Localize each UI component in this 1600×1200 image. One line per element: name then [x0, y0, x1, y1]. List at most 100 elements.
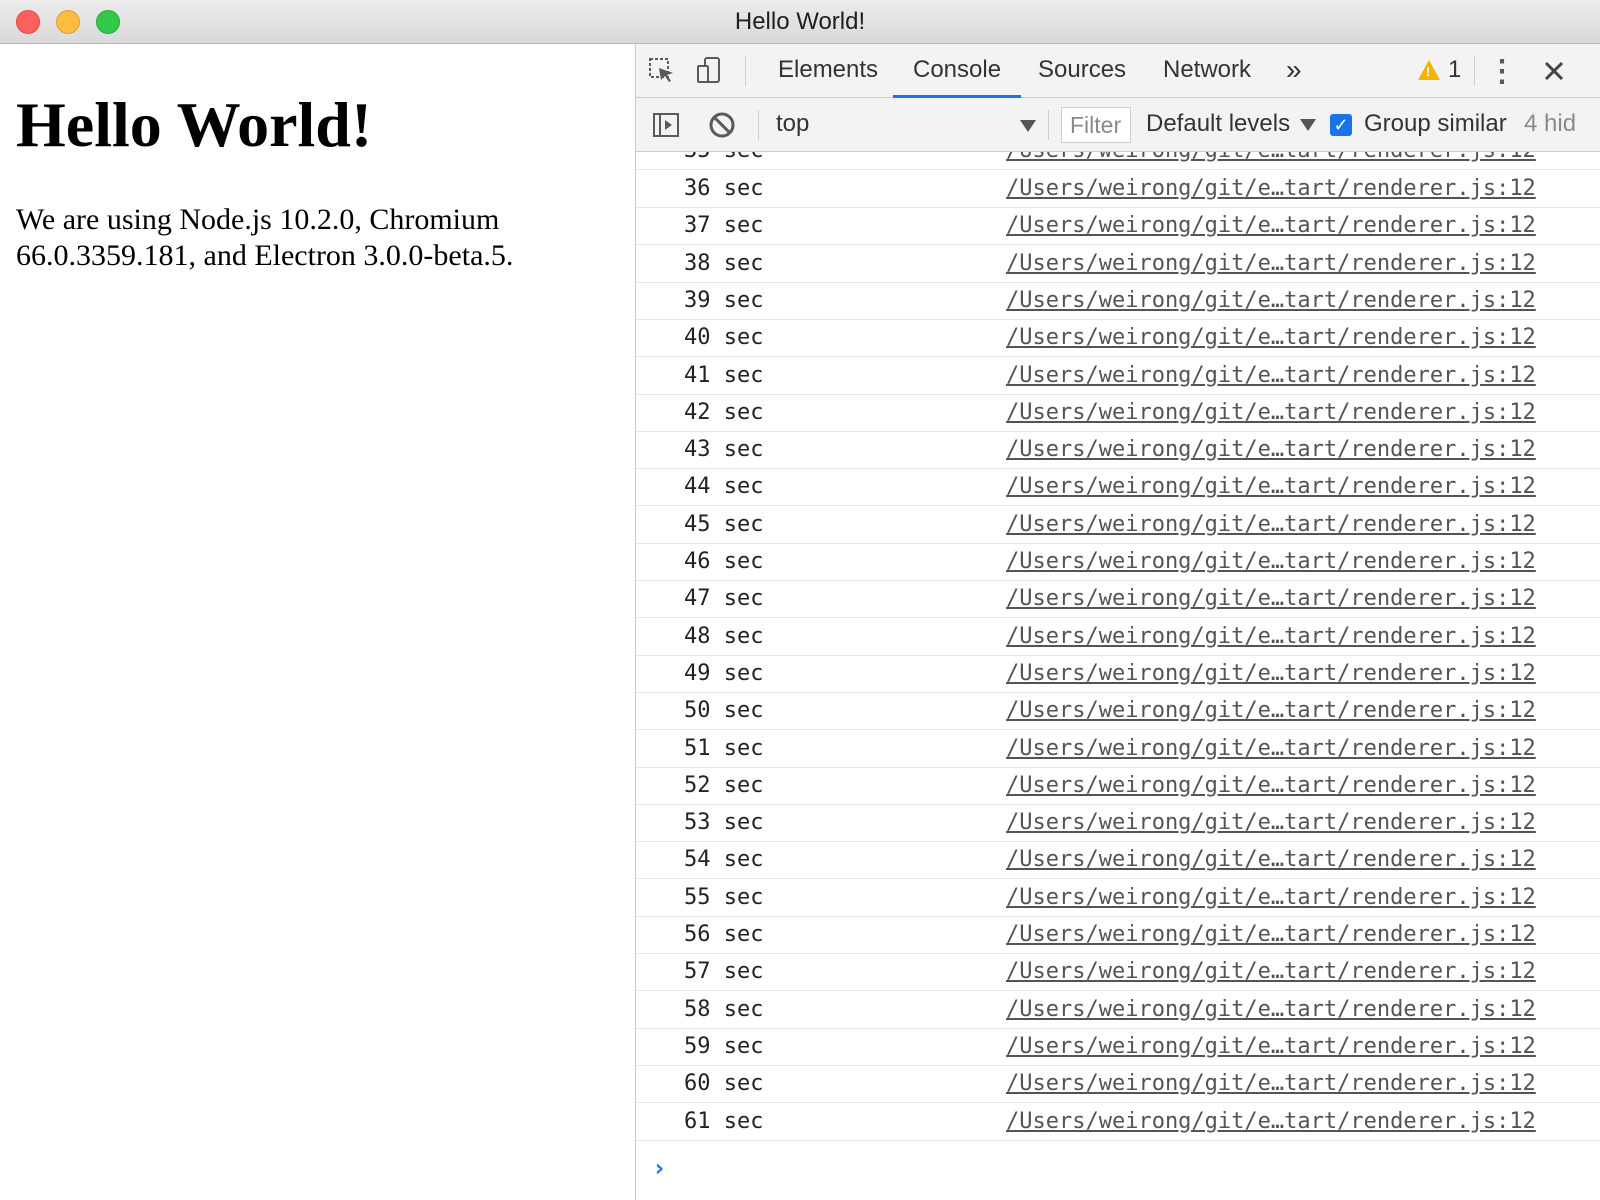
console-row: 49 sec/Users/weirong/git/e…tart/renderer…: [636, 655, 1600, 693]
filter-input[interactable]: Filter: [1061, 107, 1131, 143]
console-row: 56 sec/Users/weirong/git/e…tart/renderer…: [636, 916, 1600, 954]
group-similar-checkbox[interactable]: ✓: [1330, 114, 1352, 136]
console-message: 42 sec: [684, 399, 764, 425]
warning-icon: !: [1418, 60, 1440, 80]
console-source-link[interactable]: /Users/weirong/git/e…tart/renderer.js:12: [1006, 586, 1536, 611]
console-row: 47 sec/Users/weirong/git/e…tart/renderer…: [636, 580, 1600, 619]
console-source-link[interactable]: /Users/weirong/git/e…tart/renderer.js:12: [1006, 885, 1536, 910]
warning-count: 1: [1448, 56, 1462, 83]
console-source-link[interactable]: /Users/weirong/git/e…tart/renderer.js:12: [1006, 624, 1536, 649]
chevron-down-icon[interactable]: [1300, 119, 1316, 131]
console-message: 61 sec: [684, 1108, 764, 1134]
console-source-link[interactable]: /Users/weirong/git/e…tart/renderer.js:12: [1006, 959, 1536, 984]
console-message: 53 sec: [684, 810, 764, 836]
clear-console-icon[interactable]: [704, 108, 740, 142]
page-heading: Hello World!: [16, 89, 373, 160]
console-source-link[interactable]: /Users/weirong/git/e…tart/renderer.js:12: [1006, 661, 1536, 686]
console-row: 46 sec/Users/weirong/git/e…tart/renderer…: [636, 543, 1600, 581]
console-source-link[interactable]: /Users/weirong/git/e…tart/renderer.js:12: [1006, 325, 1536, 350]
console-message: 55 sec: [684, 884, 764, 910]
console-row: 42 sec/Users/weirong/git/e…tart/renderer…: [636, 394, 1600, 432]
inspect-element-icon[interactable]: [644, 54, 680, 88]
console-row: 39 sec/Users/weirong/git/e…tart/renderer…: [636, 282, 1600, 320]
log-levels-dropdown[interactable]: Default levels: [1146, 110, 1290, 138]
window-title: Hello World!: [734, 8, 866, 35]
console-source-link[interactable]: /Users/weirong/git/e…tart/renderer.js:12: [1006, 1109, 1536, 1134]
console-message: 57 sec: [684, 959, 764, 985]
console-prompt[interactable]: ›: [652, 1154, 666, 1182]
chevron-down-icon[interactable]: [1020, 120, 1036, 132]
console-message: 48 sec: [684, 623, 764, 649]
console-message: 59 sec: [684, 1033, 764, 1059]
console-message: 38 sec: [684, 250, 764, 276]
console-row: 54 sec/Users/weirong/git/e…tart/renderer…: [636, 841, 1600, 880]
more-options-icon[interactable]: ⋮: [1484, 54, 1520, 88]
console-row: 36 sec/Users/weirong/git/e…tart/renderer…: [636, 170, 1600, 208]
console-source-link[interactable]: /Users/weirong/git/e…tart/renderer.js:12: [1006, 363, 1536, 388]
console-row: 41 sec/Users/weirong/git/e…tart/renderer…: [636, 357, 1600, 395]
console-row: 51 sec/Users/weirong/git/e…tart/renderer…: [636, 730, 1600, 768]
tab-elements[interactable]: Elements: [758, 44, 898, 98]
console-message: 52 sec: [684, 772, 764, 798]
console-row: 57 sec/Users/weirong/git/e…tart/renderer…: [636, 953, 1600, 992]
console-message: 46 sec: [684, 549, 764, 574]
console-source-link[interactable]: /Users/weirong/git/e…tart/renderer.js:12: [1006, 1034, 1536, 1059]
console-message: 60 sec: [684, 1071, 764, 1097]
console-row: 48 sec/Users/weirong/git/e…tart/renderer…: [636, 618, 1600, 656]
devtools-tabbar: Elements Console Sources Network » ! 1 ⋮: [636, 44, 1600, 98]
console-row: 60 sec/Users/weirong/git/e…tart/renderer…: [636, 1065, 1600, 1104]
page-content: Hello World! We are using Node.js 10.2.0…: [0, 44, 635, 1200]
tab-console[interactable]: Console: [893, 44, 1022, 98]
show-sidebar-icon[interactable]: [648, 108, 684, 142]
console-row: 43 sec/Users/weirong/git/e…tart/renderer…: [636, 431, 1600, 470]
console-source-link[interactable]: /Users/weirong/git/e…tart/renderer.js:12: [1006, 847, 1536, 872]
console-source-link[interactable]: /Users/weirong/git/e…tart/renderer.js:12: [1006, 810, 1536, 835]
console-source-link[interactable]: /Users/weirong/git/e…tart/renderer.js:12: [1006, 474, 1536, 499]
console-source-link[interactable]: /Users/weirong/git/e…tart/renderer.js:12: [1006, 251, 1536, 276]
device-toolbar-icon[interactable]: [692, 54, 728, 88]
console-row: 55 sec/Users/weirong/git/e…tart/renderer…: [636, 879, 1600, 917]
console-source-link[interactable]: /Users/weirong/git/e…tart/renderer.js:12: [1006, 736, 1536, 761]
console-source-link[interactable]: /Users/weirong/git/e…tart/renderer.js:12: [1006, 773, 1536, 798]
console-source-link[interactable]: /Users/weirong/git/e…tart/renderer.js:12: [1006, 997, 1536, 1022]
console-source-link[interactable]: /Users/weirong/git/e…tart/renderer.js:12: [1006, 288, 1536, 313]
tab-sources[interactable]: Sources: [1018, 44, 1146, 98]
console-source-link[interactable]: /Users/weirong/git/e…tart/renderer.js:12: [1006, 698, 1536, 723]
console-row: 37 sec/Users/weirong/git/e…tart/renderer…: [636, 207, 1600, 246]
console-row: 58 sec/Users/weirong/git/e…tart/renderer…: [636, 991, 1600, 1029]
console-source-link[interactable]: /Users/weirong/git/e…tart/renderer.js:12: [1006, 152, 1536, 163]
console-source-link[interactable]: /Users/weirong/git/e…tart/renderer.js:12: [1006, 512, 1536, 537]
warnings-counter[interactable]: ! 1: [1418, 56, 1461, 84]
console-message: 54 sec: [684, 847, 764, 873]
console-row: 50 sec/Users/weirong/git/e…tart/renderer…: [636, 692, 1600, 731]
console-message: 44 sec: [684, 474, 764, 500]
close-icon[interactable]: [1536, 54, 1572, 88]
tab-network[interactable]: Network: [1143, 44, 1271, 98]
console-message: 36 sec: [684, 176, 764, 201]
title-bar: Hello World!: [0, 0, 1600, 44]
more-tabs-button[interactable]: »: [1266, 44, 1322, 98]
page-paragraph: We are using Node.js 10.2.0, Chromium 66…: [16, 203, 514, 272]
hidden-count: 4 hid: [1524, 110, 1577, 137]
console-source-link[interactable]: /Users/weirong/git/e…tart/renderer.js:12: [1006, 549, 1536, 574]
console-source-link[interactable]: /Users/weirong/git/e…tart/renderer.js:12: [1006, 400, 1536, 425]
console-row: 59 sec/Users/weirong/git/e…tart/renderer…: [636, 1028, 1600, 1066]
console-output: 35 sec /Users/weirong/git/e…tart/rendere…: [636, 152, 1600, 1200]
console-message: 35 sec: [684, 152, 763, 163]
console-source-link[interactable]: /Users/weirong/git/e…tart/renderer.js:12: [1006, 1071, 1536, 1096]
console-source-link[interactable]: /Users/weirong/git/e…tart/renderer.js:12: [1006, 437, 1536, 462]
console-message: 50 sec: [684, 698, 764, 724]
console-source-link[interactable]: /Users/weirong/git/e…tart/renderer.js:12: [1006, 176, 1536, 201]
toolbar-divider: [1048, 110, 1049, 140]
console-source-link[interactable]: /Users/weirong/git/e…tart/renderer.js:12: [1006, 213, 1536, 238]
group-similar-label: Group similar: [1364, 110, 1507, 137]
console-message: 40 sec: [684, 325, 764, 351]
console-row: 40 sec/Users/weirong/git/e…tart/renderer…: [636, 319, 1600, 358]
console-message: 37 sec: [684, 213, 764, 239]
console-source-link[interactable]: /Users/weirong/git/e…tart/renderer.js:12: [1006, 922, 1536, 947]
console-message: 58 sec: [684, 996, 764, 1022]
context-selector[interactable]: top: [776, 110, 809, 138]
toolbar-divider: [1474, 56, 1475, 86]
console-message: 47 sec: [684, 586, 764, 612]
console-row: 38 sec/Users/weirong/git/e…tart/renderer…: [636, 245, 1600, 283]
